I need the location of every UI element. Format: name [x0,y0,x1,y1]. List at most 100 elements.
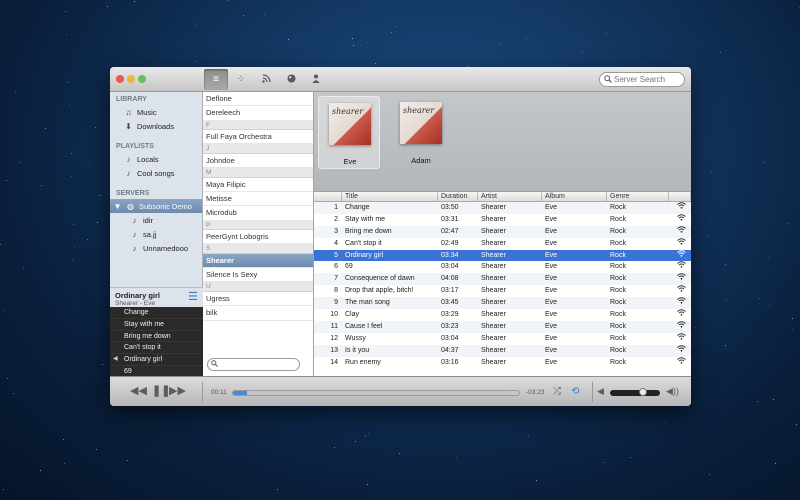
sidebar-item-label: Unnamedooo [143,243,189,253]
track-genre: Rock [610,263,626,271]
table-row[interactable]: 6 69 03:04 Shearer Eve Rock [314,261,691,273]
star [707,235,709,237]
table-row[interactable]: 13 Is it you 04:37 Shearer Eve Rock [314,344,691,357]
volume-slider[interactable] [610,388,660,396]
star [717,132,718,134]
artist-row[interactable]: Johndoe [203,154,313,169]
artist-row[interactable]: Full Faya Orchestra [203,130,313,145]
table-row[interactable]: 14 Run enemy 03:16 Shearer Eve Rock [314,356,691,369]
list-view-tab[interactable]: ≡ [204,69,228,90]
star [355,441,357,443]
artist-row[interactable]: Deflone [203,92,313,107]
disclosure-triangle-icon[interactable]: ▼ [113,202,122,211]
internet-radio-tab[interactable] [279,69,303,90]
track-artist: Shearer [481,346,506,354]
table-row[interactable]: 8 Drop that apple, bitch! 03:17 Shearer Eve R… [314,285,691,297]
star [277,488,279,490]
queue-item[interactable]: Change [110,307,203,319]
track-duration: 03:23 [441,322,459,330]
star [70,152,72,154]
queue-item[interactable]: Stay with me [110,319,203,331]
sidebar-item-unnamedooo[interactable]: ♪ Unnamedooo [110,241,202,255]
wifi-stream-icon [669,226,691,238]
album-tile-eve[interactable]: shearer Eve [318,96,380,169]
wifi-stream-icon [669,344,691,357]
album-tile-adam[interactable]: shearer Adam [390,96,452,169]
table-row[interactable]: 12 Wussy 03:04 Shearer Eve Rock [314,333,691,345]
table-row[interactable]: 11 Cause I feel 03:23 Shearer Eve Rock [314,320,691,333]
music-note-icon: ♫ [125,107,132,117]
table-row[interactable]: 7 Consequence of dawn 04:08 Shearer Eve Rock [314,273,691,286]
previous-track-button[interactable]: ◀◀ [130,386,147,397]
artist-row[interactable]: Metisse [203,192,313,207]
minimize-window-button[interactable] [127,75,135,83]
table-row[interactable]: 4 Can't stop it 02:49 Shearer Eve Rock [314,237,691,250]
track-number: 10 [330,311,338,319]
artist-row[interactable]: Microdub [203,206,313,221]
playlist-icon: ♪ [132,215,137,225]
server-search-input[interactable] [614,75,684,84]
table-row[interactable]: 2 Stay with me 03:31 Shearer Eve Rock [314,214,691,226]
queue-item[interactable]: Bring me down [110,331,203,343]
table-row[interactable]: 9 The man song 03:45 Shearer Eve Rock [314,297,691,310]
sidebar-item-downloads[interactable]: ⬇ Downloads [110,119,202,133]
artist-row[interactable]: Dereleech [203,106,313,121]
close-window-button[interactable] [116,75,124,83]
queue-list-icon[interactable]: ☰ [188,292,198,303]
table-row[interactable]: 1 Change 03:50 Shearer Eve Rock [314,202,691,214]
table-row[interactable]: 5 Ordinary girl 03:34 Shearer Eve Rock [314,249,691,262]
track-number: 13 [330,346,338,354]
column-header-status[interactable] [669,192,691,201]
track-artist: Shearer [481,358,506,366]
artist-row[interactable]: Silence Is Sexy [203,268,313,283]
artist-row[interactable]: Ugress [203,292,313,307]
sidebar-item-cool-songs[interactable]: ♪ Cool songs [110,166,202,180]
queue-item[interactable]: Can't stop it [110,342,203,354]
sidebar-item-label: Cool songs [137,168,175,178]
artist-filter-input[interactable] [220,361,300,368]
sidebar-item-subsonic-demo[interactable]: ▼ ◍ Subsonic Demo [110,199,202,213]
artist-row[interactable]: Shearer [203,253,313,269]
star [72,259,74,261]
star [71,176,73,178]
column-header-number[interactable] [314,192,342,201]
track-genre: Rock [610,358,626,366]
shuffle-icon[interactable]: ⤮ [553,386,561,397]
column-header-artist[interactable]: Artist [478,192,542,201]
star [0,243,2,245]
podcasts-tab[interactable] [254,69,278,90]
volume-slider-handle[interactable] [639,388,648,396]
star [63,463,65,465]
artist-filter-field[interactable] [207,358,300,371]
sidebar-item-locals[interactable]: ♪ Locals [110,152,202,166]
column-header-album[interactable]: Album [542,192,607,201]
wifi-stream-icon [669,321,691,333]
artist-row[interactable]: PeerGynt Lobogris [203,230,313,245]
column-header-title[interactable]: Title [342,192,438,201]
pause-button[interactable]: ❚❚ [152,386,170,397]
sidebar-item-idir[interactable]: ♪ idir [110,213,202,227]
track-album: Eve [545,287,558,295]
table-row[interactable]: 10 Clay 03:29 Shearer Eve Rock [314,309,691,321]
user-tab[interactable] [304,69,328,90]
track-artist: Shearer [481,322,506,330]
artist-row[interactable]: bilk [203,306,313,321]
artist-list: Deflone Dereleech F Full Faya Orchestra J Joh… [203,92,314,376]
star [333,447,335,449]
grid-view-tab[interactable]: ⁘ [229,69,253,90]
zoom-window-button[interactable] [138,75,146,83]
artist-row[interactable]: Maya Filipic [203,178,313,192]
table-row[interactable]: 3 Bring me down 02:47 Shearer Eve Rock [314,225,691,238]
queue-item[interactable]: Ordinary girl [110,354,203,366]
sidebar-item-music[interactable]: ♫ Music [110,105,202,119]
divider [592,382,593,402]
server-search-field[interactable] [599,72,685,87]
progress-bar[interactable] [232,390,520,396]
column-header-duration[interactable]: Duration [438,192,478,201]
repeat-icon[interactable]: ⟲ [571,386,579,397]
column-header-genre[interactable]: Genre [607,192,669,201]
next-track-button[interactable]: ▶▶ [169,386,186,397]
track-number: 6 [334,263,338,271]
sidebar-item-sa-jj[interactable]: ♪ sa.jj [110,227,202,241]
star [360,45,362,47]
